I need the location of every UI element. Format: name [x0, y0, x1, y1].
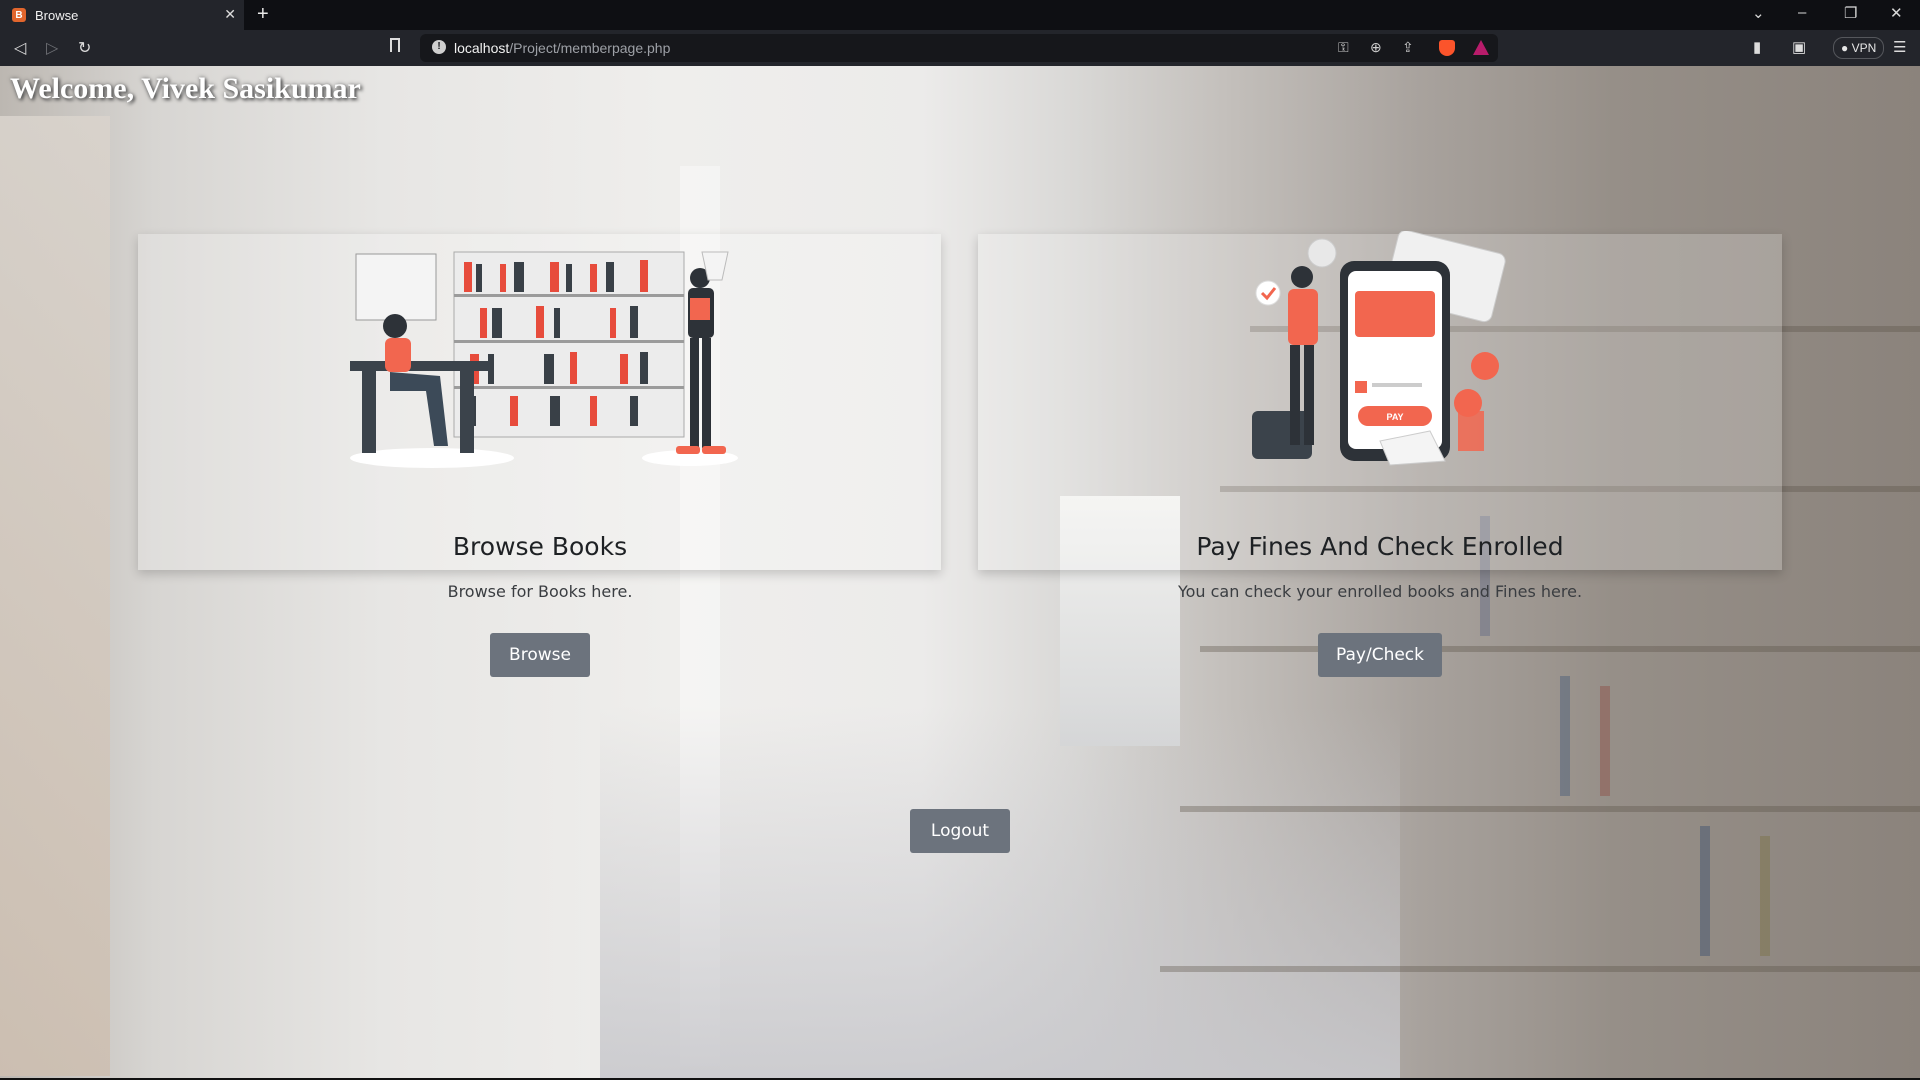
sidebar-icon[interactable]: ▮ — [1753, 38, 1761, 56]
url-path: /Project/memberpage.php — [509, 40, 671, 56]
restore-icon[interactable]: ❐ — [1844, 4, 1857, 22]
forward-icon[interactable]: ▷ — [46, 38, 58, 58]
url-host: localhost — [454, 40, 510, 56]
desk-shape — [350, 361, 490, 371]
mobile-payment-illustration: PAY — [1252, 231, 1506, 466]
blind-shape — [355, 253, 437, 321]
key-icon[interactable]: ⚿ — [1338, 39, 1349, 56]
background-book — [1700, 826, 1710, 956]
browser-toolbar: ◁ ▷ ↻ ! localhost/Project/memberpage.php… — [0, 30, 1920, 66]
vpn-label: VPN — [1851, 41, 1877, 55]
share-icon[interactable]: ⇪ — [1402, 39, 1414, 56]
background-book — [1760, 836, 1770, 956]
close-tab-icon[interactable]: ✕ — [224, 6, 236, 23]
background-window — [0, 116, 110, 1076]
bookmark-icon[interactable] — [390, 38, 400, 52]
background-book — [1600, 686, 1610, 796]
tab-browse[interactable]: B Browse ✕ — [0, 0, 244, 30]
menu-icon[interactable]: ☰ — [1893, 38, 1906, 56]
minimize-icon[interactable]: – — [1798, 4, 1806, 21]
background-book — [1560, 676, 1570, 796]
back-icon[interactable]: ◁ — [14, 38, 26, 58]
welcome-heading: Welcome, Vivek Sasikumar — [10, 72, 361, 105]
brave-shields-icon[interactable] — [1439, 40, 1455, 56]
illustration-pay-label: PAY — [1386, 412, 1403, 422]
person-shape — [1291, 266, 1313, 288]
tab-strip: B Browse ✕ + ⌄ – ❐ ✕ — [0, 0, 1920, 30]
background-shelf — [1160, 966, 1920, 972]
reading-person-shape — [383, 314, 407, 338]
page-viewport: Welcome, Vivek Sasikumar Browse Books Br… — [0, 66, 1920, 1078]
browse-button[interactable]: Browse — [490, 633, 590, 677]
pay-fines-title: Pay Fines And Check Enrolled — [1196, 532, 1564, 561]
address-bar[interactable]: ! localhost/Project/memberpage.php ⚿ ⊕ ⇪ — [420, 34, 1498, 62]
vpn-button[interactable]: ● VPN — [1833, 37, 1885, 59]
pay-fines-description: You can check your enrolled books and Fi… — [1177, 582, 1583, 601]
site-info-icon[interactable]: ! — [432, 40, 446, 54]
wallet-icon[interactable]: ▣ — [1792, 38, 1806, 56]
browse-books-title: Browse Books — [452, 532, 628, 561]
tab-title: Browse — [35, 7, 79, 23]
new-tab-icon[interactable]: + — [257, 3, 269, 26]
wallet-shape — [1252, 411, 1312, 459]
close-window-icon[interactable]: ✕ — [1890, 4, 1903, 22]
background-shelf — [1180, 806, 1920, 812]
url-text[interactable]: localhost/Project/memberpage.php — [454, 40, 670, 56]
rewards-icon[interactable] — [1473, 40, 1489, 55]
pay-check-button[interactable]: Pay/Check — [1318, 633, 1442, 677]
coin-shape — [1307, 238, 1337, 268]
reload-icon[interactable]: ↻ — [78, 38, 91, 58]
logout-button[interactable]: Logout — [910, 809, 1010, 853]
tab-list-chevron-icon[interactable]: ⌄ — [1752, 4, 1765, 22]
bookshelf-illustration — [350, 251, 738, 468]
background-shelf — [1200, 646, 1920, 652]
background-floor — [600, 706, 1400, 1078]
favicon-icon: B — [12, 8, 26, 22]
coin-shape — [1471, 352, 1499, 380]
browse-books-description: Browse for Books here. — [447, 582, 633, 601]
zoom-icon[interactable]: ⊕ — [1370, 39, 1382, 56]
